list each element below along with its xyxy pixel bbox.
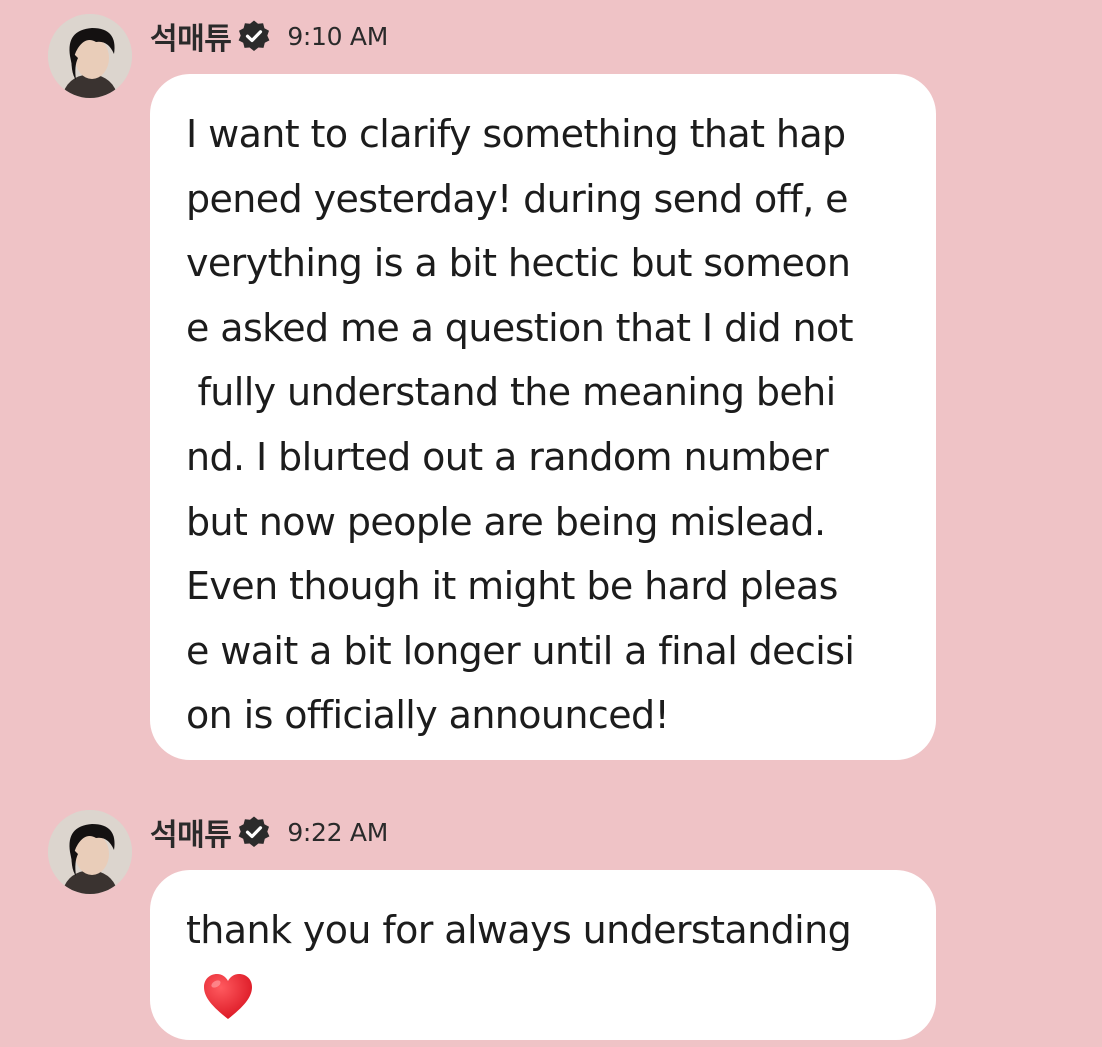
message-line: pened yesterday! during send off, e xyxy=(186,176,849,221)
avatar[interactable] xyxy=(48,810,132,894)
message-bubble[interactable]: thank you for always understanding xyxy=(150,870,936,1040)
message-line: e asked me a question that I did not xyxy=(186,305,854,350)
avatar-image xyxy=(48,14,132,98)
message-time: 9:10 AM xyxy=(287,21,388,51)
red-heart-icon xyxy=(200,969,256,1025)
message-line: I want to clarify something that hap xyxy=(186,112,846,156)
message-line: Even though it might be hard pleas xyxy=(186,564,838,609)
verified-badge-icon xyxy=(237,19,271,53)
message-header: 석매튜 9:10 AM xyxy=(150,14,388,58)
message-line: nd. I blurted out a random number xyxy=(186,434,829,479)
message-line: on is officially announced! xyxy=(186,693,670,738)
avatar[interactable] xyxy=(48,14,132,98)
message-line: but now people are being mislead. xyxy=(186,499,826,544)
sender-name[interactable]: 석매튜 xyxy=(150,810,232,854)
message-header: 석매튜 9:22 AM xyxy=(150,810,388,854)
sender-name[interactable]: 석매튜 xyxy=(150,14,232,58)
message-line xyxy=(186,963,916,1028)
message-line: verything is a bit hectic but someon xyxy=(186,241,851,286)
message-line: e wait a bit longer until a final decisi xyxy=(186,628,855,673)
message-line: thank you for always understanding xyxy=(186,908,852,952)
message-time: 9:22 AM xyxy=(287,817,388,847)
avatar-image xyxy=(48,810,132,894)
message-line: fully understand the meaning behi xyxy=(186,370,836,415)
verified-badge-icon xyxy=(237,815,271,849)
message-bubble[interactable]: I want to clarify something that hap pen… xyxy=(150,74,936,760)
